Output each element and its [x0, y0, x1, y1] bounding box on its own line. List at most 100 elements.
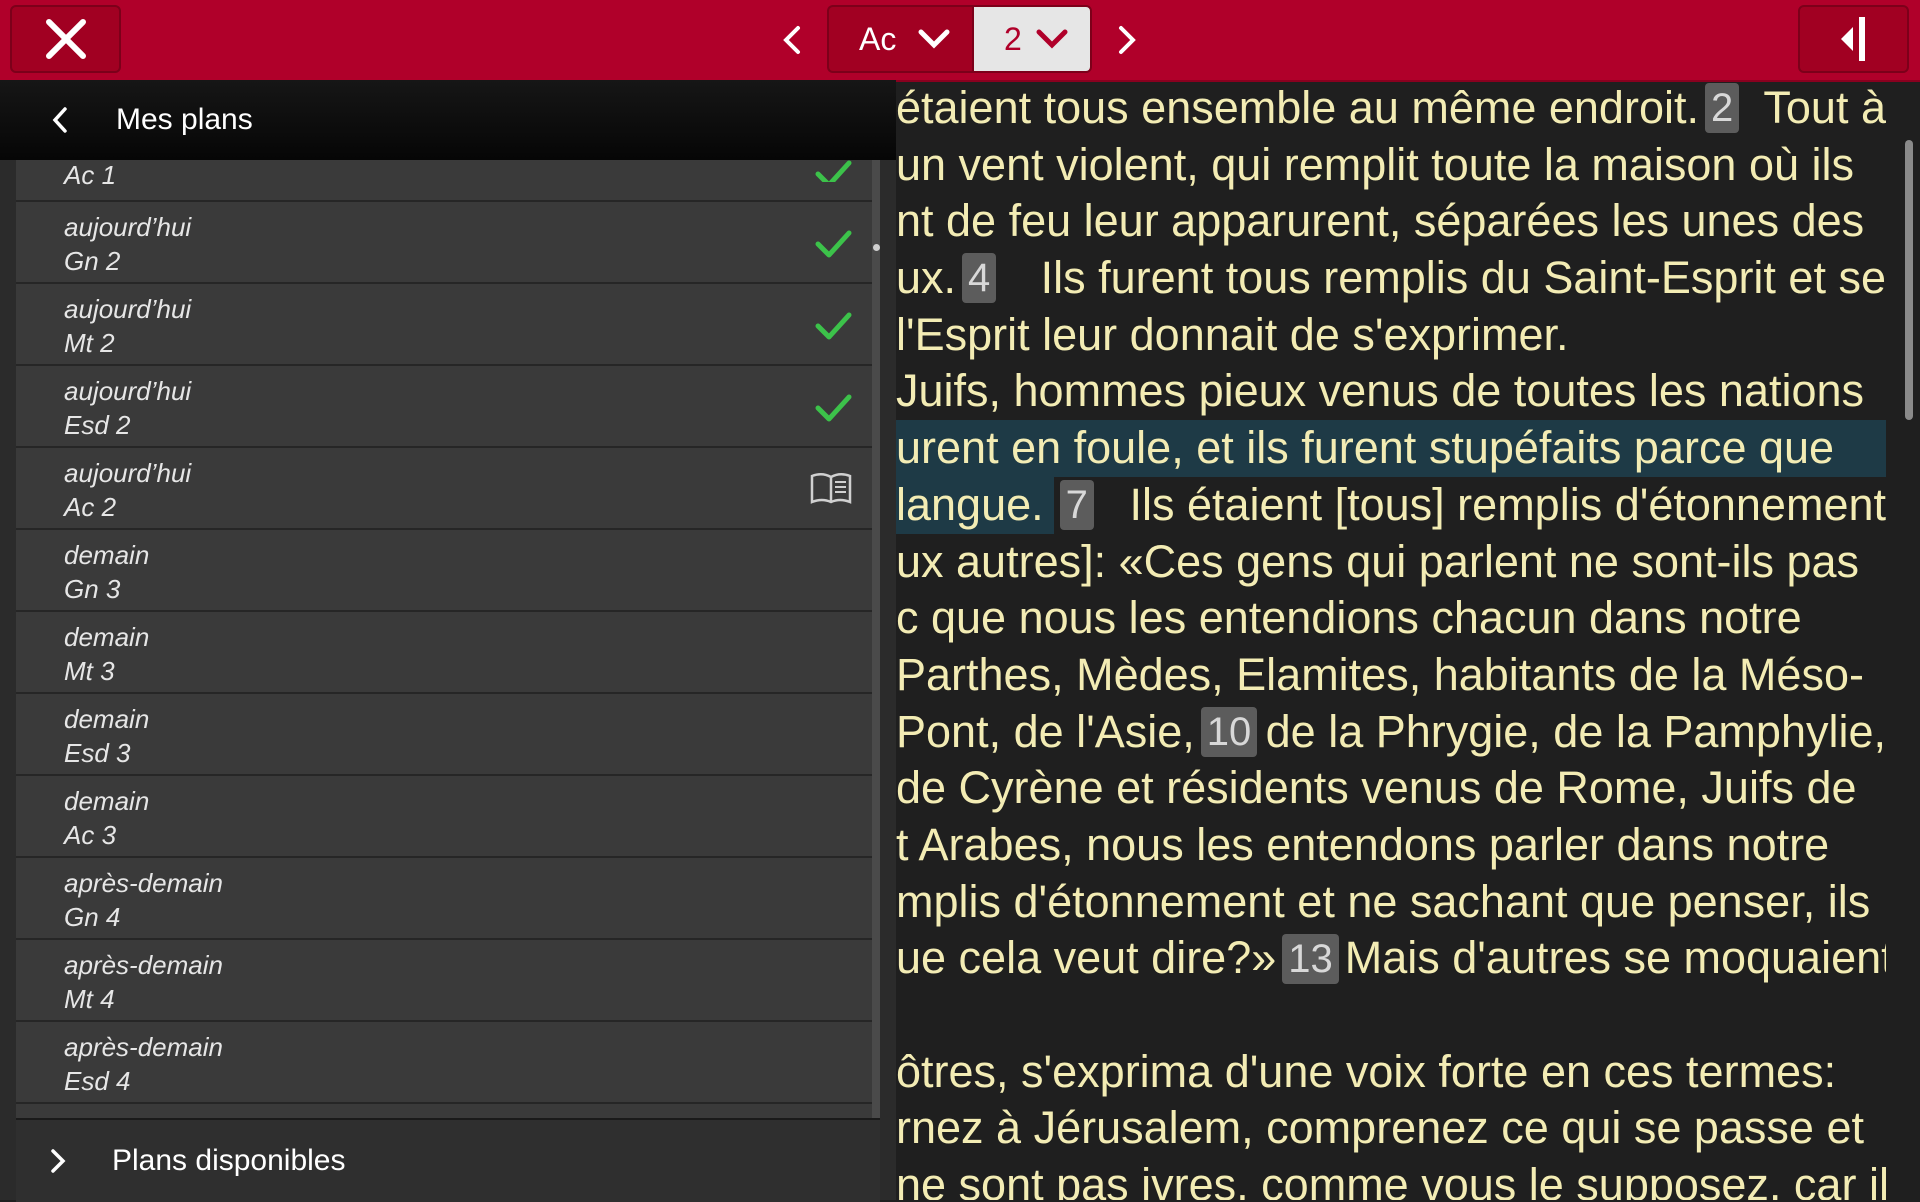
plan-reference-label: Ac 3 — [64, 820, 117, 850]
chevron-left-icon — [52, 107, 67, 133]
chevron-right-icon — [38, 1141, 78, 1181]
text-segment: ôtres, s'exprima d'une voix forte en ces… — [896, 1045, 1837, 1097]
top-toolbar: Ac 2 — [0, 0, 1920, 82]
plan-day-label: après-demain — [64, 868, 223, 898]
text-line: Juifs, hommes pieux venus de toutes les … — [896, 363, 1886, 420]
plan-list-item[interactable]: après-demain Esd 4 — [16, 1022, 872, 1104]
plan-list-item[interactable]: demain Ac 3 — [16, 776, 872, 858]
plan-reference-label: Mt 4 — [64, 984, 115, 1014]
plan-list-item[interactable]: aujourd’hui Ac 2 — [16, 448, 872, 530]
verse-number[interactable]: 13 — [1282, 933, 1339, 984]
panel-title: Mes plans — [116, 103, 253, 136]
text-line: Parthes, Mèdes, Elamites, habitants de l… — [896, 647, 1886, 704]
plan-day-label: demain — [64, 704, 150, 734]
text-segment: Juifs, hommes pieux venus de toutes les … — [896, 365, 1865, 417]
panel-collapse-icon — [1840, 17, 1865, 61]
available-plans-label: Plans disponibles — [112, 1144, 346, 1177]
text-segment: Pont, de l'Asie, — [896, 705, 1195, 757]
text-line: Pont, de l'Asie, 10 de la Phrygie, de la P… — [896, 704, 1886, 761]
chevron-down-icon — [918, 28, 950, 50]
plan-day-label: aujourd’hui — [64, 376, 192, 406]
plan-list-item[interactable]: demain Mt 3 — [16, 612, 872, 694]
plan-day-label: aujourd’hui — [64, 458, 192, 488]
text-segment: Ils furent tous remplis du Saint-Esprit … — [1040, 252, 1886, 304]
chevron-right-icon — [1119, 26, 1136, 54]
verse-number[interactable]: 10 — [1200, 706, 1258, 757]
text-line: de Cyrène et résidents venus de Rome, Ju… — [896, 760, 1886, 817]
chevron-left-icon — [783, 26, 800, 54]
text-line: rnez à Jérusalem, comprenez ce qui se pa… — [896, 1100, 1886, 1157]
text-segment: de Cyrène et résidents venus de Rome, Ju… — [896, 762, 1857, 814]
reading-plans-panel: Mes plans Ac 1 aujourd’hui Gn 2 aujourd’hui… — [0, 80, 896, 1202]
panel-toggle-button[interactable] — [1798, 5, 1909, 73]
plan-reference-label: Mt 3 — [64, 656, 115, 686]
back-button[interactable] — [40, 100, 80, 140]
chapter-label: 2 — [1004, 20, 1022, 57]
text-lead: étaient tous ensemble au même endroit. 2 — [896, 80, 1745, 137]
plan-reference-label: Gn 4 — [64, 902, 121, 932]
text-line: ux. 4 Ils furent tous remplis du Saint-Esp… — [896, 250, 1886, 307]
text-line: langue. 7 Ils étaient [tous] remplis d'éto… — [896, 476, 1887, 534]
text-segment: langue. — [896, 476, 1054, 534]
text-line — [896, 987, 1886, 1044]
chapter-selector[interactable]: 2 — [972, 5, 1092, 73]
available-plans-button[interactable]: Plans disponibles — [16, 1118, 880, 1202]
text-segment: t Arabes, nous les entendons parler dans… — [896, 818, 1830, 870]
plan-list-item[interactable]: après-demain Mt 4 — [16, 940, 872, 1022]
text-segment: ue cela veut dire?» — [896, 932, 1277, 984]
text-segment: de la Phrygie, de la Pamphylie, — [1265, 705, 1886, 757]
text-line: ux autres]: «Ces gens qui parlent ne son… — [896, 534, 1886, 591]
plan-day-label: aujourd’hui — [64, 212, 192, 242]
previous-chapter-button[interactable] — [773, 20, 813, 60]
text-line: un vent violent, qui remplit toute la ma… — [896, 137, 1886, 194]
text-segment: Tout à — [1763, 82, 1886, 133]
plan-list-scrollbar[interactable] — [872, 160, 880, 1195]
chevron-down-icon — [1036, 28, 1068, 50]
text-segment: un vent violent, qui remplit toute la ma… — [896, 138, 1855, 190]
check-icon — [812, 160, 854, 182]
plan-reference-label: Esd 3 — [64, 738, 131, 768]
plan-reference-label: Ac 2 — [64, 492, 117, 522]
text-segment: l'Esprit leur donnait de s'exprimer. — [896, 308, 1569, 360]
text-line: c que nous les entendions chacun dans no… — [896, 590, 1886, 647]
plan-day-label: demain — [64, 540, 150, 570]
check-icon — [812, 386, 854, 428]
close-button[interactable] — [10, 5, 121, 73]
plan-list-item[interactable]: demain Esd 3 — [16, 694, 872, 776]
text-line: mplis d'étonnement et ne sachant que pen… — [896, 874, 1886, 931]
plan-list-item[interactable]: demain Gn 3 — [16, 530, 872, 612]
text-segment: étaient tous ensemble au même endroit. — [896, 82, 1699, 133]
text-segment: urent en foule, et ils furent stupéfaits… — [896, 422, 1835, 474]
plan-day-label: demain — [64, 622, 150, 652]
text-lead: ue cela veut dire?» 13 — [896, 930, 1345, 987]
next-chapter-button[interactable] — [1106, 20, 1146, 60]
panel-header[interactable]: Mes plans — [0, 80, 896, 160]
text-lead: ux. 4 — [896, 250, 1002, 307]
plan-day-label: après-demain — [64, 950, 223, 980]
text-line: t Arabes, nous les entendons parler dans… — [896, 817, 1886, 874]
plan-list-item[interactable]: Ac 1 — [16, 160, 872, 202]
plan-reference-label: Esd 4 — [64, 1066, 131, 1096]
scroll-indicator — [873, 244, 880, 251]
verse-number[interactable]: 7 — [1059, 480, 1094, 531]
reader-scrollbar[interactable] — [1905, 140, 1913, 420]
plan-reference-label: Esd 2 — [64, 410, 131, 440]
verse-number[interactable]: 2 — [1704, 83, 1740, 134]
plan-reference-label: Mt 2 — [64, 328, 115, 358]
plan-list: Ac 1 aujourd’hui Gn 2 aujourd’hui Mt 2 aujour… — [16, 160, 872, 1195]
text-segment: Ils étaient [tous] remplis d'étonnement — [1129, 478, 1887, 530]
text-segment: rnez à Jérusalem, comprenez ce qui se pa… — [896, 1102, 1864, 1154]
text-segment: mplis d'étonnement et ne sachant que pen… — [896, 875, 1871, 927]
plan-list-item[interactable]: aujourd’hui Mt 2 — [16, 284, 872, 366]
plan-list-item[interactable]: aujourd’hui Esd 2 — [16, 366, 872, 448]
text-lead: langue. 7 — [896, 476, 1100, 534]
verse-number[interactable]: 4 — [962, 253, 997, 304]
book-selector[interactable]: Ac — [827, 5, 972, 73]
plan-reference-label: Gn 2 — [64, 246, 121, 276]
text-line: étaient tous ensemble au même endroit. 2 T… — [896, 80, 1886, 137]
bible-text[interactable]: étaient tous ensemble au même endroit. 2 T… — [896, 80, 1886, 1200]
text-segment: ux autres]: «Ces gens qui parlent ne son… — [896, 535, 1860, 587]
plan-day-label: aujourd’hui — [64, 294, 192, 324]
plan-list-item[interactable]: aujourd’hui Gn 2 — [16, 202, 872, 284]
plan-list-item[interactable]: après-demain Gn 4 — [16, 858, 872, 940]
